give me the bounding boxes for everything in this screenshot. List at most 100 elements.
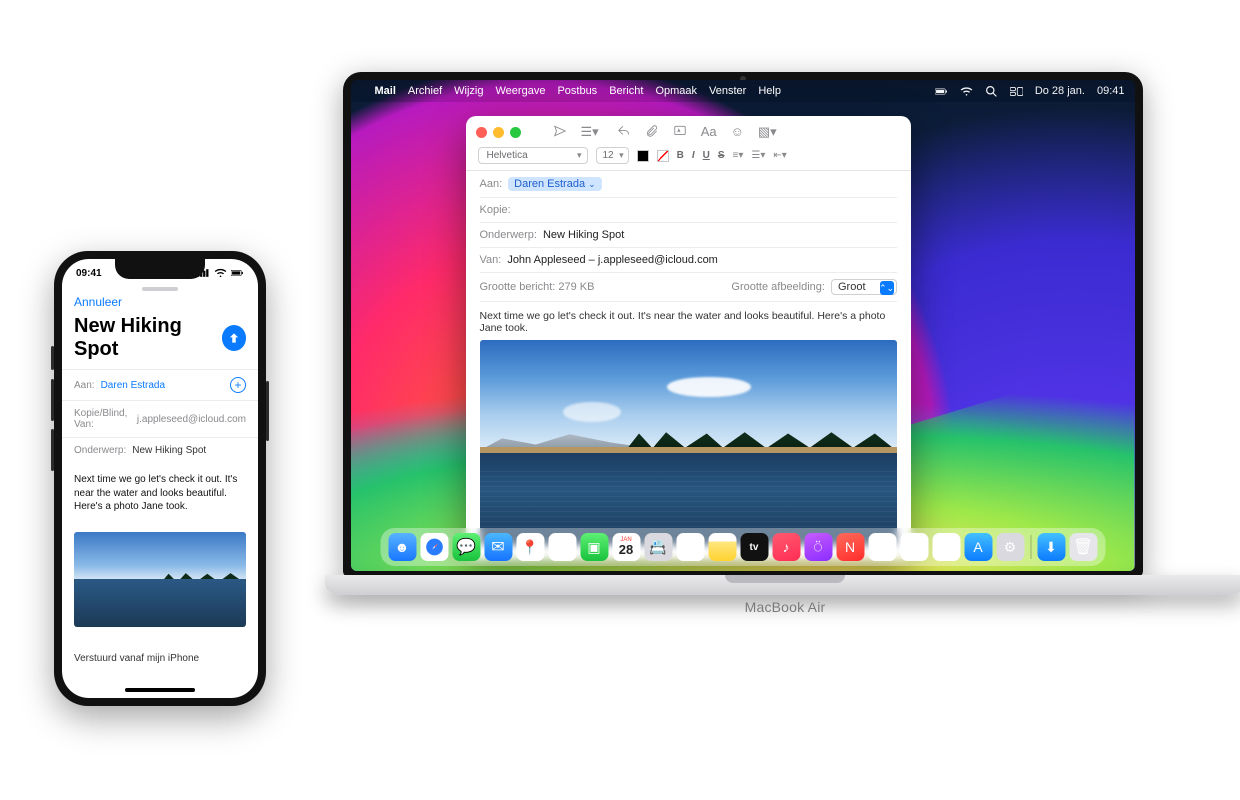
size-label: Grootte bericht: <box>480 281 556 293</box>
header-menu-icon[interactable]: ☰▾ <box>581 124 599 140</box>
fontsize-select[interactable]: 12 <box>596 147 629 164</box>
dock-appstore[interactable]: A <box>964 533 992 561</box>
from-row[interactable]: Van: John Appleseed – j.appleseed@icloud… <box>480 248 897 273</box>
list-button[interactable]: ☰▾ <box>751 150 765 161</box>
subject-value: New Hiking Spot <box>543 229 624 241</box>
iphone-ccfrom-row[interactable]: Kopie/Blind, Van: j.appleseed@icloud.com <box>62 400 258 437</box>
size-value: 279 KB <box>558 281 594 293</box>
body-text: Next time we go let's check it out. It's… <box>480 310 897 334</box>
menu-weergave[interactable]: Weergave <box>496 85 546 97</box>
iphone-attached-photo[interactable] <box>74 532 246 627</box>
dock-keynote[interactable]: ▭ <box>900 533 928 561</box>
format-icon[interactable] <box>673 124 687 138</box>
emoji-icon[interactable]: ☺ <box>731 124 744 140</box>
dock-photos[interactable]: ✿ <box>548 533 576 561</box>
control-center-icon[interactable] <box>1010 85 1023 98</box>
indent-button[interactable]: ⇤▾ <box>773 150 786 161</box>
attach-icon[interactable] <box>645 124 659 138</box>
iphone-subject-label: Onderwerp: <box>74 445 126 456</box>
dock-maps[interactable]: 📍 <box>516 533 544 561</box>
spotlight-icon[interactable] <box>985 85 998 98</box>
dock-downloads[interactable]: ⬇︎ <box>1037 533 1065 561</box>
dock-numbers[interactable]: ◫ <box>868 533 896 561</box>
dock-contacts[interactable]: 📇 <box>644 533 672 561</box>
photo-browser-icon[interactable]: ▧▾ <box>758 124 777 140</box>
send-button[interactable] <box>222 325 246 351</box>
from-value: John Appleseed – j.appleseed@icloud.com <box>507 254 718 266</box>
bold-button[interactable]: B <box>677 151 684 161</box>
align-button[interactable]: ≡▾ <box>733 150 744 161</box>
dock-calendar[interactable]: JAN28 <box>612 533 640 561</box>
zoom-button[interactable] <box>510 127 521 138</box>
iphone-subject-value: New Hiking Spot <box>132 445 206 456</box>
dock-messages[interactable]: 💬 <box>452 533 480 561</box>
reply-icon[interactable] <box>617 124 631 138</box>
battery-icon <box>935 85 948 98</box>
cancel-button[interactable]: Annuleer <box>74 295 122 309</box>
menu-opmaak[interactable]: Opmaak <box>655 85 697 97</box>
italic-button[interactable]: I <box>692 151 695 161</box>
dock-tv[interactable]: tv <box>740 533 768 561</box>
font-icon[interactable]: Aa <box>701 124 717 140</box>
device-label: MacBook Air <box>325 599 1240 615</box>
dock-podcasts[interactable]: ⍥ <box>804 533 832 561</box>
dock-notes[interactable] <box>708 533 736 561</box>
dock-finder[interactable]: ☻ <box>388 533 416 561</box>
subject-row[interactable]: Onderwerp: New Hiking Spot <box>480 223 897 248</box>
message-body[interactable]: Next time we go let's check it out. It's… <box>466 302 911 559</box>
to-row[interactable]: Aan: Daren Estrada ⌄ <box>480 171 897 198</box>
iphone-subject-row[interactable]: Onderwerp: New Hiking Spot <box>62 437 258 463</box>
text-color-swatch[interactable] <box>637 150 649 162</box>
home-indicator[interactable] <box>125 688 195 692</box>
menu-venster[interactable]: Venster <box>709 85 746 97</box>
to-chip[interactable]: Daren Estrada ⌄ <box>508 177 602 191</box>
dock-safari[interactable] <box>420 533 448 561</box>
from-label: Van: <box>480 254 502 266</box>
menu-mail[interactable]: Mail <box>375 85 396 97</box>
menu-postbus[interactable]: Postbus <box>557 85 597 97</box>
dock-pages[interactable]: ✎ <box>932 533 960 561</box>
macbook-device: Mail Archief Wijzig Weergave Postbus Ber… <box>325 72 1160 742</box>
menu-bericht[interactable]: Bericht <box>609 85 643 97</box>
bg-color-swatch[interactable] <box>657 150 669 162</box>
sheet-grabber[interactable] <box>142 287 178 291</box>
underline-button[interactable]: U <box>703 151 710 161</box>
mail-compose-window: ☰▾ Aa ☺ ▧▾ <box>466 116 911 559</box>
strike-button[interactable]: S <box>718 151 725 161</box>
dock-trash[interactable]: 🗑 <box>1069 533 1097 561</box>
dock-system-preferences[interactable]: ⚙︎ <box>996 533 1024 561</box>
format-toolbar: Helvetica 12 B I U S ≡▾ ☰▾ ⇤▾ <box>466 144 911 171</box>
iphone-signature: Verstuurd vanaf mijn iPhone <box>74 653 199 664</box>
attached-photo[interactable] <box>480 340 897 545</box>
iphone-ccfrom-label: Kopie/Blind, Van: <box>74 408 131 430</box>
dock-reminders[interactable]: ☑︎ <box>676 533 704 561</box>
iphone-ccfrom-value: j.appleseed@icloud.com <box>137 414 246 425</box>
size-row: Grootte bericht: 279 KB Grootte afbeeldi… <box>480 273 897 302</box>
send-icon[interactable] <box>553 124 567 138</box>
menu-help[interactable]: Help <box>758 85 781 97</box>
cc-row[interactable]: Kopie: <box>480 198 897 223</box>
dock-news[interactable]: N <box>836 533 864 561</box>
minimize-button[interactable] <box>493 127 504 138</box>
menubar-date[interactable]: Do 28 jan. <box>1035 85 1085 97</box>
dock: ☻ 💬 ✉︎ 📍 ✿ ▣ JAN28 📇 ☑︎ tv ♪ ⍥ N ◫ <box>380 528 1105 566</box>
wifi-icon[interactable] <box>960 85 973 98</box>
iphone-body[interactable]: Next time we go let's check it out. It's… <box>62 463 258 524</box>
image-size-select[interactable]: Groot⌃⌄ <box>831 279 897 295</box>
dock-mail[interactable]: ✉︎ <box>484 533 512 561</box>
iphone-notch <box>115 259 205 279</box>
iphone-time: 09:41 <box>76 268 102 279</box>
close-button[interactable] <box>476 127 487 138</box>
add-recipient-button[interactable]: + <box>230 377 246 393</box>
subject-label: Onderwerp: <box>480 229 537 241</box>
menu-archief[interactable]: Archief <box>408 85 442 97</box>
menu-wijzig[interactable]: Wijzig <box>454 85 483 97</box>
mac-menubar: Mail Archief Wijzig Weergave Postbus Ber… <box>351 80 1135 102</box>
iphone-to-row[interactable]: Aan: Daren Estrada + <box>62 369 258 400</box>
to-label: Aan: <box>480 178 503 190</box>
cc-label: Kopie: <box>480 204 511 216</box>
dock-facetime[interactable]: ▣ <box>580 533 608 561</box>
menubar-time[interactable]: 09:41 <box>1097 85 1125 97</box>
font-select[interactable]: Helvetica <box>478 147 588 164</box>
dock-music[interactable]: ♪ <box>772 533 800 561</box>
